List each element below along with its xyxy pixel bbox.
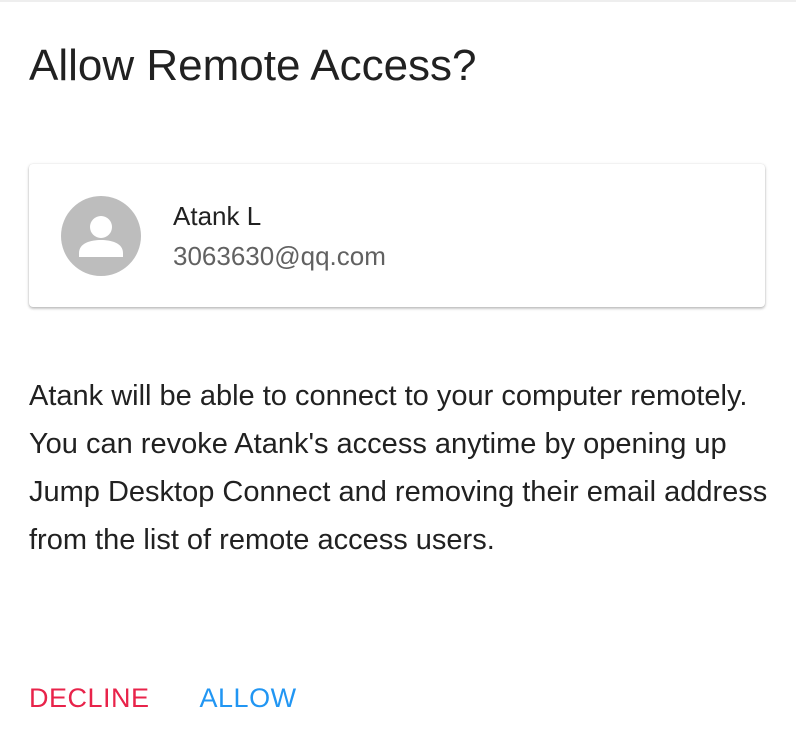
user-email: 3063630@qq.com — [173, 241, 386, 271]
dialog-message: Atank will be able to connect to your co… — [29, 380, 768, 556]
person-icon — [79, 216, 123, 257]
dialog-title: Allow Remote Access? — [29, 41, 477, 90]
decline-button[interactable]: DECLINE — [29, 680, 150, 716]
top-divider — [0, 0, 796, 2]
allow-button[interactable]: ALLOW — [200, 680, 297, 716]
user-name: Atank L — [173, 201, 262, 231]
avatar — [61, 196, 141, 276]
user-card: Atank L 3063630@qq.com — [29, 164, 765, 307]
dialog-actions: DECLINE ALLOW — [29, 678, 297, 718]
